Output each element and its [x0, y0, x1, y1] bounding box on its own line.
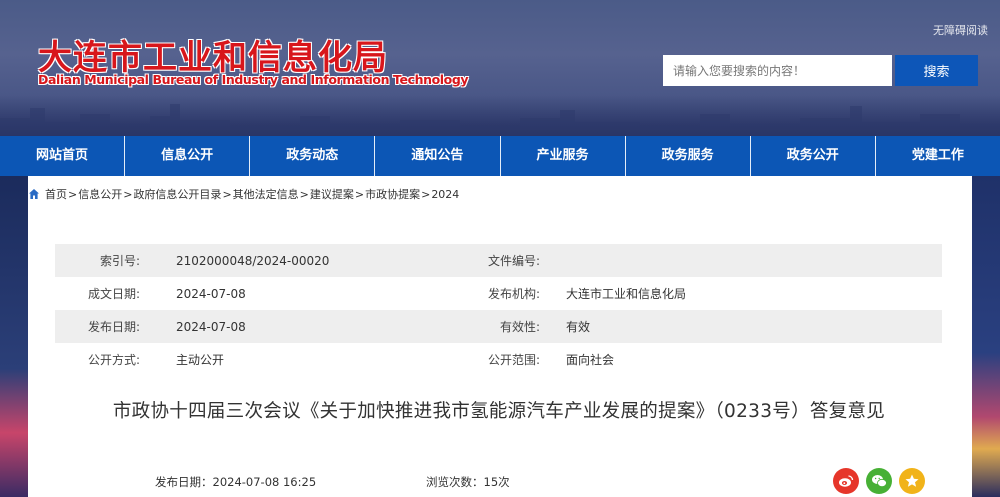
drafted-date-value: 2024-07-08: [176, 286, 246, 301]
site-header: 大连市工业和信息化局 Dalian Municipal Bureau of In…: [0, 0, 1000, 136]
home-icon: [29, 189, 39, 199]
info-row: 索引号: 2102000048/2024-00020 文件编号:: [55, 244, 942, 277]
document-info-table: 索引号: 2102000048/2024-00020 文件编号: 成文日期: 2…: [55, 244, 942, 376]
publish-date-meta: 发布日期：2024-07-08 16:25: [155, 474, 316, 490]
article-title: 市政协十四届三次会议《关于加快推进我市氢能源汽车产业发展的提案》（0233号）答…: [112, 401, 886, 422]
breadcrumb-separator: >: [123, 187, 133, 201]
nav-item-home[interactable]: 网站首页: [0, 136, 126, 176]
disclosure-scope-value: 面向社会: [566, 353, 615, 367]
breadcrumb-home[interactable]: 首页: [45, 186, 67, 202]
nav-item-info-disclosure[interactable]: 信息公开: [125, 136, 251, 176]
breadcrumb-separator: >: [299, 187, 309, 201]
background-right-strip: [972, 176, 1000, 497]
wechat-icon: [871, 475, 887, 488]
favorite-star-icon: [905, 474, 919, 487]
info-row: 公开方式: 主动公开 公开范围: 面向社会: [55, 343, 942, 376]
disclosure-method-label: 公开方式:: [87, 353, 140, 367]
view-count-meta: 浏览次数：15次: [426, 474, 510, 490]
breadcrumb-year[interactable]: 2024: [431, 188, 459, 201]
main-nav: 网站首页 信息公开 政务动态 通知公告 产业服务 政务服务 政务公开 党建工作: [0, 136, 1000, 176]
nav-item-industry-services[interactable]: 产业服务: [501, 136, 626, 176]
weibo-icon: [839, 475, 854, 487]
nav-item-party-building[interactable]: 党建工作: [876, 136, 1000, 176]
issuing-agency-label: 发布机构:: [487, 287, 540, 301]
info-row: 成文日期: 2024-07-08 发布机构: 大连市工业和信息化局: [55, 277, 942, 310]
search-button[interactable]: 搜索: [895, 55, 978, 86]
validity-label: 有效性:: [499, 320, 540, 334]
drafted-date-label: 成文日期:: [87, 287, 140, 301]
breadcrumb-other-statutory-info[interactable]: 其他法定信息: [233, 186, 299, 202]
nav-item-gov-news[interactable]: 政务动态: [250, 136, 376, 176]
share-weibo-button[interactable]: [833, 468, 859, 494]
info-row: 发布日期: 2024-07-08 有效性: 有效: [55, 310, 942, 343]
index-number-value: 2102000048/2024-00020: [176, 253, 330, 268]
nav-item-gov-affairs-public[interactable]: 政务公开: [751, 136, 876, 176]
breadcrumb: 首页 > 信息公开 > 政府信息公开目录 > 其他法定信息 > 建议提案 > 市…: [28, 186, 459, 202]
nav-item-gov-services[interactable]: 政务服务: [626, 136, 751, 176]
disclosure-scope-label: 公开范围:: [487, 353, 540, 367]
publish-date-meta-label: 发布日期：: [155, 475, 213, 489]
breadcrumb-cppcc-proposals[interactable]: 市政协提案: [365, 186, 420, 202]
publish-date-value: 2024-07-08: [176, 319, 246, 334]
breadcrumb-separator: >: [68, 187, 78, 201]
publish-date-meta-value: 2024-07-08 16:25: [212, 475, 317, 489]
site-logo-english: Dalian Municipal Bureau of Industry and …: [38, 72, 469, 87]
accessible-reading-link[interactable]: 无障碍阅读: [933, 22, 988, 38]
validity-value: 有效: [566, 320, 591, 334]
breadcrumb-gov-info-catalog[interactable]: 政府信息公开目录: [133, 186, 221, 202]
content-panel: 首页 > 信息公开 > 政府信息公开目录 > 其他法定信息 > 建议提案 > 市…: [28, 176, 972, 497]
breadcrumb-separator: >: [421, 187, 431, 201]
nav-item-notices[interactable]: 通知公告: [375, 136, 501, 176]
publish-date-label: 发布日期:: [87, 320, 140, 334]
share-wechat-button[interactable]: [866, 468, 892, 494]
share-favorite-button[interactable]: [899, 468, 925, 494]
background-left-strip: [0, 176, 28, 497]
breadcrumb-separator: >: [222, 187, 232, 201]
city-skyline-image: [0, 104, 1000, 136]
breadcrumb-separator: >: [354, 187, 365, 201]
disclosure-method-value: 主动公开: [176, 353, 225, 367]
breadcrumb-info-disclosure[interactable]: 信息公开: [78, 186, 122, 202]
view-count-value: 15次: [483, 475, 510, 489]
search-input[interactable]: [663, 55, 892, 86]
issuing-agency-value: 大连市工业和信息化局: [566, 287, 687, 301]
file-number-label: 文件编号:: [487, 254, 540, 268]
view-count-label: 浏览次数：: [426, 475, 484, 489]
breadcrumb-proposals[interactable]: 建议提案: [310, 186, 354, 202]
index-number-label: 索引号:: [99, 254, 140, 268]
